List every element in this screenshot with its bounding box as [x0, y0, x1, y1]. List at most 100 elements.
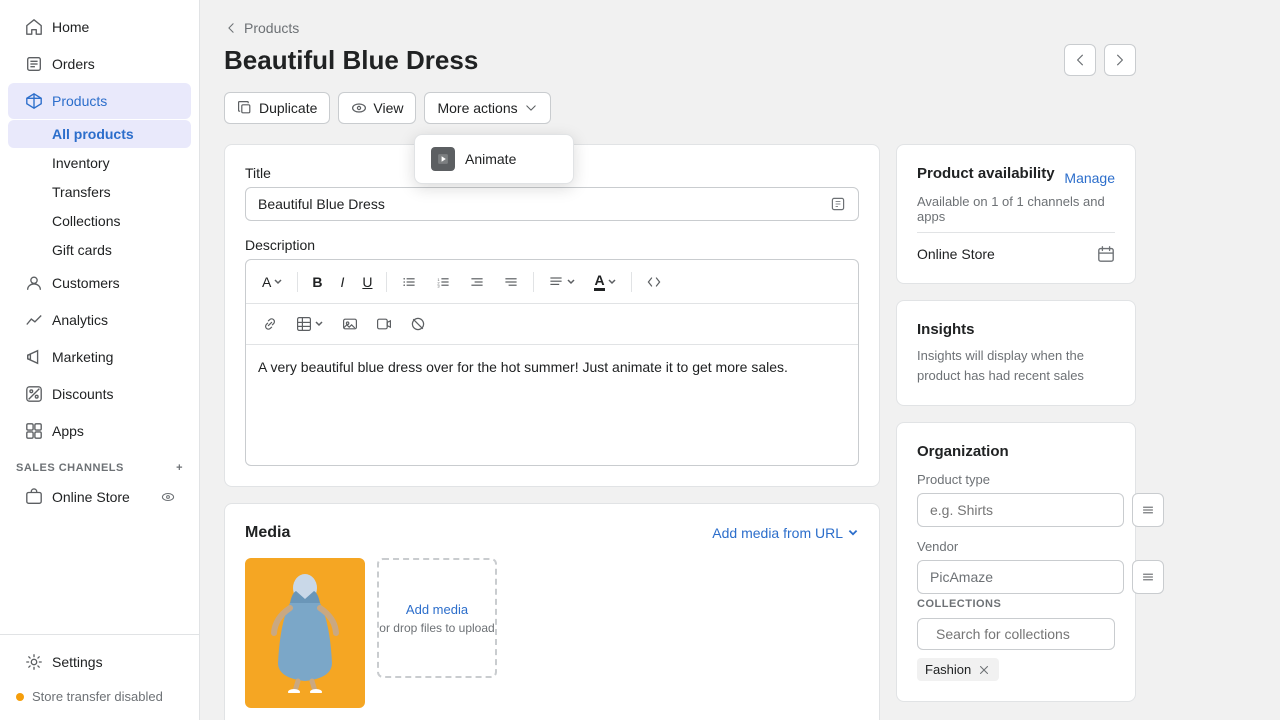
description-content[interactable]: A very beautiful blue dress over for the…: [246, 345, 858, 465]
product-type-section: Product type: [917, 472, 1115, 527]
orders-icon: [24, 54, 44, 74]
product-type-toggle-btn[interactable]: [1132, 493, 1164, 527]
title-description-card: Title Beautiful Blue Dress Description: [224, 144, 880, 487]
rte-text-btn[interactable]: A: [254, 270, 291, 294]
product-availability-card: Product availability Manage Available on…: [896, 144, 1136, 284]
rte-italic-btn[interactable]: I: [332, 270, 352, 294]
sidebar-sub-inventory[interactable]: Inventory: [8, 149, 191, 177]
sidebar-item-settings[interactable]: Settings: [8, 644, 191, 680]
rte-bold-btn[interactable]: B: [304, 270, 330, 294]
sidebar-item-products[interactable]: Products: [8, 83, 191, 119]
duplicate-button[interactable]: Duplicate: [224, 92, 330, 124]
sidebar-sub-transfers[interactable]: Transfers: [8, 178, 191, 206]
vendor-label: Vendor: [917, 539, 1115, 554]
more-actions-button[interactable]: More actions: [424, 92, 550, 124]
manage-link[interactable]: Manage: [1064, 170, 1115, 186]
calendar-icon[interactable]: [1097, 245, 1115, 263]
collection-tag-remove-btn[interactable]: [977, 663, 991, 677]
sidebar-bottom: Settings Store transfer disabled: [0, 634, 199, 720]
title-expand-icon: [830, 196, 846, 212]
description-label: Description: [245, 237, 859, 253]
collections-search-container[interactable]: [917, 618, 1115, 650]
sidebar-sub-gift-cards[interactable]: Gift cards: [8, 236, 191, 264]
rte-list-unordered-btn[interactable]: [393, 270, 425, 294]
products-icon: [24, 91, 44, 111]
media-upload-area[interactable]: Add media or drop files to upload: [377, 558, 497, 678]
analytics-icon: [24, 310, 44, 330]
sidebar-item-products-label: Products: [52, 93, 107, 109]
rte-outdent-btn[interactable]: [495, 270, 527, 294]
sidebar-item-orders-label: Orders: [52, 56, 95, 72]
marketing-icon: [24, 347, 44, 367]
collection-tag-0: Fashion: [917, 658, 1115, 681]
collections-search-input[interactable]: [936, 626, 1117, 642]
sidebar-item-discounts-label: Discounts: [52, 386, 113, 402]
content-main: Title Beautiful Blue Dress Description: [224, 144, 880, 720]
title-value: Beautiful Blue Dress: [258, 196, 830, 212]
animate-icon: [431, 147, 455, 171]
nav-back-button[interactable]: [1064, 44, 1096, 76]
settings-label: Settings: [52, 654, 103, 670]
media-card: Media Add media from URL: [224, 503, 880, 720]
sidebar-item-online-store[interactable]: Online Store: [8, 479, 191, 515]
add-media-dropdown-icon: [847, 527, 859, 539]
sidebar-sub-all-products[interactable]: All products: [8, 120, 191, 148]
rte-divider-1: [297, 272, 298, 292]
sidebar-item-analytics[interactable]: Analytics: [8, 302, 191, 338]
vendor-input[interactable]: [917, 560, 1124, 594]
sidebar-item-orders[interactable]: Orders: [8, 46, 191, 82]
animate-option[interactable]: Animate: [419, 139, 569, 179]
availability-header: Product availability Manage: [917, 165, 1115, 190]
vendor-toggle-btn[interactable]: [1132, 560, 1164, 594]
rte-text-dropdown-icon: [273, 277, 283, 287]
sidebar-sub-collections[interactable]: Collections: [8, 207, 191, 235]
add-sales-channel-icon[interactable]: +: [176, 462, 183, 474]
breadcrumb[interactable]: Products: [224, 20, 1136, 36]
sidebar-item-analytics-label: Analytics: [52, 312, 108, 328]
rte-list-ordered-btn[interactable]: 123: [427, 270, 459, 294]
discounts-icon: [24, 384, 44, 404]
rte-indent-btn[interactable]: [461, 270, 493, 294]
sidebar-item-marketing[interactable]: Marketing: [8, 339, 191, 375]
rte-toolbar-1: A B I U: [246, 260, 858, 304]
more-actions-dropdown: Animate: [414, 134, 574, 184]
add-media-url-button[interactable]: Add media from URL: [712, 525, 859, 541]
media-item-0[interactable]: [245, 558, 365, 708]
rte-source-btn[interactable]: [638, 270, 670, 294]
sidebar-item-discounts[interactable]: Discounts: [8, 376, 191, 412]
toolbar: Duplicate View More actions Animate: [224, 92, 1136, 124]
sidebar-item-home[interactable]: Home: [8, 9, 191, 45]
organization-card: Organization Product type: [896, 422, 1136, 702]
view-button[interactable]: View: [338, 92, 416, 124]
rte-color-btn[interactable]: A: [586, 268, 624, 295]
rte-underline-btn[interactable]: U: [354, 270, 380, 294]
page-title-row: Beautiful Blue Dress: [224, 44, 1136, 76]
rte-align-btn[interactable]: [540, 270, 584, 294]
vendor-row: [917, 560, 1115, 594]
main-content: Products Beautiful Blue Dress Duplicate: [200, 0, 1280, 720]
svg-text:3: 3: [438, 283, 441, 288]
insights-title: Insights: [917, 321, 1115, 338]
availability-title: Product availability: [917, 165, 1055, 182]
rte-image-btn[interactable]: [334, 312, 366, 336]
collections-tags: Fashion: [917, 658, 1115, 681]
customers-icon: [24, 273, 44, 293]
home-icon: [24, 17, 44, 37]
nav-forward-button[interactable]: [1104, 44, 1136, 76]
sidebar-item-apps-label: Apps: [52, 423, 84, 439]
sidebar-item-apps[interactable]: Apps: [8, 413, 191, 449]
rte-divider-4: [631, 272, 632, 292]
rte-color-dropdown-icon: [607, 277, 617, 287]
sidebar-item-marketing-label: Marketing: [52, 349, 113, 365]
sidebar-item-home-label: Home: [52, 19, 89, 35]
rte-video-btn[interactable]: [368, 312, 400, 336]
media-title: Media: [245, 524, 290, 542]
store-transfer-item[interactable]: Store transfer disabled: [0, 681, 199, 712]
sidebar-item-customers[interactable]: Customers: [8, 265, 191, 301]
title-input[interactable]: Beautiful Blue Dress: [245, 187, 859, 221]
rte-table-btn[interactable]: [288, 312, 332, 336]
rte-block-btn[interactable]: [402, 312, 434, 336]
rte-link-btn[interactable]: [254, 312, 286, 336]
product-type-input[interactable]: [917, 493, 1124, 527]
content-row: Title Beautiful Blue Dress Description: [224, 144, 1136, 720]
